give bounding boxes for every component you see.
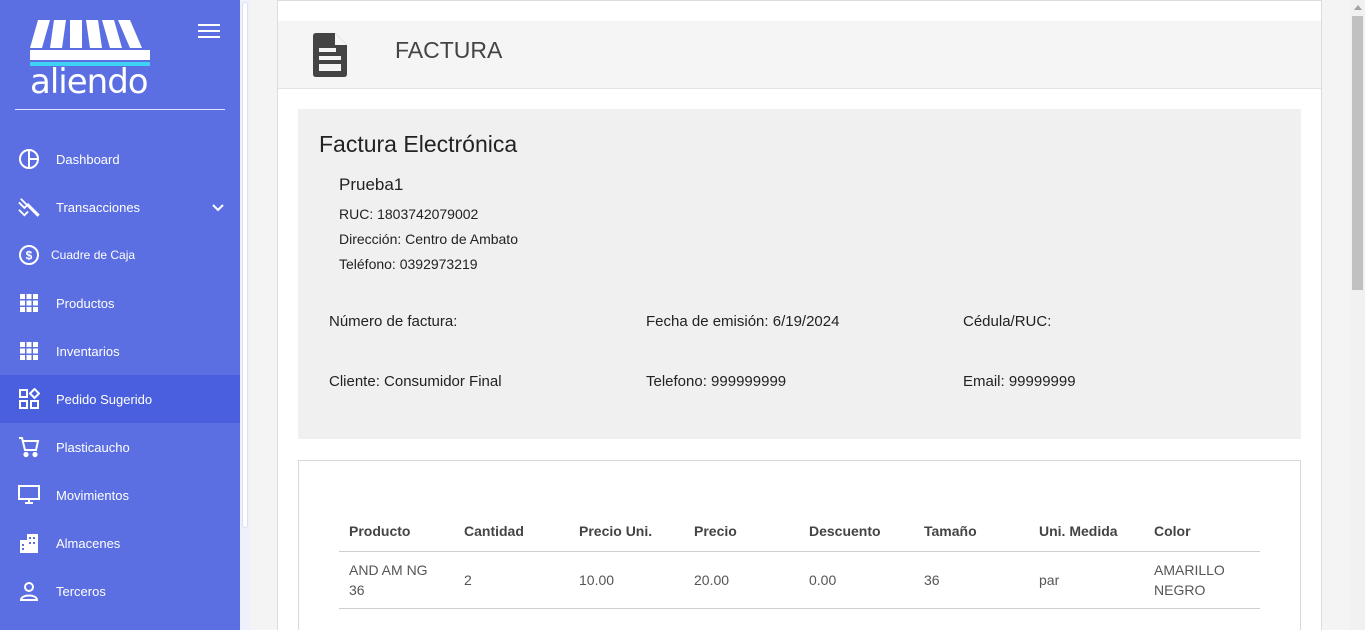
- sidebar-item-cuadre-de-caja[interactable]: $ Cuadre de Caja: [0, 231, 240, 279]
- column-header: Uni. Medida: [1029, 513, 1144, 552]
- sidebar-item-label: Almacenes: [56, 535, 121, 551]
- company-ruc: RUC: 1803742079002: [339, 206, 479, 222]
- grid-icon: [18, 340, 40, 362]
- column-header: Tamaño: [914, 513, 1029, 552]
- company-address: Dirección: Centro de Ambato: [339, 231, 518, 247]
- sidebar-item-label: Dashboard: [56, 151, 120, 167]
- sidebar-item-label: Inventarios: [56, 343, 120, 359]
- sidebar-item-inventarios[interactable]: Inventarios: [0, 327, 240, 375]
- products-table-box: Producto Cantidad Precio Uni. Precio Des…: [298, 460, 1301, 630]
- chevron-down-icon[interactable]: [212, 199, 224, 217]
- company-name: Prueba1: [339, 175, 404, 194]
- sidebar-item-label: Transacciones: [56, 199, 141, 215]
- column-header: Precio: [684, 513, 799, 552]
- column-header: Precio Uni.: [569, 513, 684, 552]
- sidebar-item-pedido-sugerido[interactable]: Pedido Sugerido: [0, 375, 240, 423]
- sidebar-item-label: Movimientos: [56, 487, 129, 503]
- sidebar-scrollbar[interactable]: [240, 0, 250, 630]
- pie-chart-icon: [18, 148, 40, 170]
- sidebar-item-plasticaucho[interactable]: Plasticaucho: [0, 423, 240, 471]
- table-cell: 36: [914, 551, 1029, 609]
- table-cell: par: [1029, 551, 1144, 609]
- table-row: AND AM NG 36 2 10.00 20.00 0.00 36 par A…: [339, 551, 1260, 609]
- sidebar-item-label: Cuadre de Caja: [51, 248, 136, 262]
- client-phone-field: Telefono: 999999999: [646, 373, 787, 390]
- column-header: Descuento: [799, 513, 914, 552]
- sidebar-item-label: Productos: [56, 295, 115, 311]
- invoice-info-box: Factura Electrónica Prueba1 RUC: 1803742…: [298, 109, 1301, 439]
- page-title: FACTURA: [395, 37, 503, 63]
- invoice-card: FACTURA Factura Electrónica Prueba1 RUC:…: [277, 0, 1322, 630]
- widgets-icon: [18, 388, 40, 410]
- sidebar-item-label: Pedido Sugerido: [56, 391, 153, 407]
- dollar-circle-icon: $: [18, 244, 40, 266]
- grid-icon: [18, 292, 40, 314]
- sidebar-scrollbar-thumb[interactable]: [242, 2, 248, 528]
- table-cell: 20.00: [684, 551, 799, 609]
- sidebar-item-transacciones[interactable]: Transacciones: [0, 183, 240, 231]
- document-icon: [313, 33, 347, 77]
- sidebar: aliendo Dashboard Transacciones $ Cuadre…: [0, 0, 250, 630]
- transactions-icon: [18, 196, 40, 218]
- sidebar-item-dashboard[interactable]: Dashboard: [0, 135, 240, 183]
- column-header: Color: [1144, 513, 1260, 552]
- table-cell: AMARILLO NEGRO: [1144, 551, 1260, 609]
- sidebar-item-movimientos[interactable]: Movimientos: [0, 471, 240, 519]
- email-field: Email: 99999999: [963, 373, 1076, 390]
- person-icon: [18, 580, 40, 602]
- sidebar-item-productos[interactable]: Productos: [0, 279, 240, 327]
- main-scrollbar[interactable]: [1350, 0, 1365, 630]
- card-header: FACTURA: [278, 21, 1321, 89]
- sidebar-item-label: Terceros: [56, 583, 106, 599]
- table-header-row: Producto Cantidad Precio Uni. Precio Des…: [339, 513, 1260, 552]
- products-table: Producto Cantidad Precio Uni. Precio Des…: [339, 513, 1260, 609]
- logo-divider: [15, 109, 225, 110]
- company-phone: Teléfono: 0392973219: [339, 256, 478, 272]
- logo-text: aliendo: [30, 62, 149, 102]
- svg-text:$: $: [26, 249, 33, 263]
- column-header: Cantidad: [454, 513, 569, 552]
- table-cell: 10.00: [569, 551, 684, 609]
- invoice-title: Factura Electrónica: [319, 131, 518, 157]
- sidebar-menu: Dashboard Transacciones $ Cuadre de Caja…: [0, 135, 240, 615]
- column-header: Producto: [339, 513, 454, 552]
- table-cell: 0.00: [799, 551, 914, 609]
- cart-icon: [18, 436, 40, 458]
- buildings-icon: [18, 532, 40, 554]
- table-cell: AND AM NG 36: [339, 551, 454, 609]
- sidebar-item-label: Plasticaucho: [56, 439, 130, 455]
- main-scrollbar-thumb[interactable]: [1352, 16, 1363, 290]
- monitor-icon: [18, 484, 40, 506]
- menu-toggle-icon[interactable]: [198, 24, 220, 42]
- invoice-number-field: Número de factura:: [329, 313, 458, 330]
- sidebar-item-almacenes[interactable]: Almacenes: [0, 519, 240, 567]
- table-cell: 2: [454, 551, 569, 609]
- issue-date-field: Fecha de emisión: 6/19/2024: [646, 313, 840, 330]
- scroll-up-arrow-icon[interactable]: [1354, 5, 1362, 10]
- sidebar-item-terceros[interactable]: Terceros: [0, 567, 240, 615]
- id-ruc-field: Cédula/RUC:: [963, 313, 1052, 330]
- client-field: Cliente: Consumidor Final: [329, 373, 502, 390]
